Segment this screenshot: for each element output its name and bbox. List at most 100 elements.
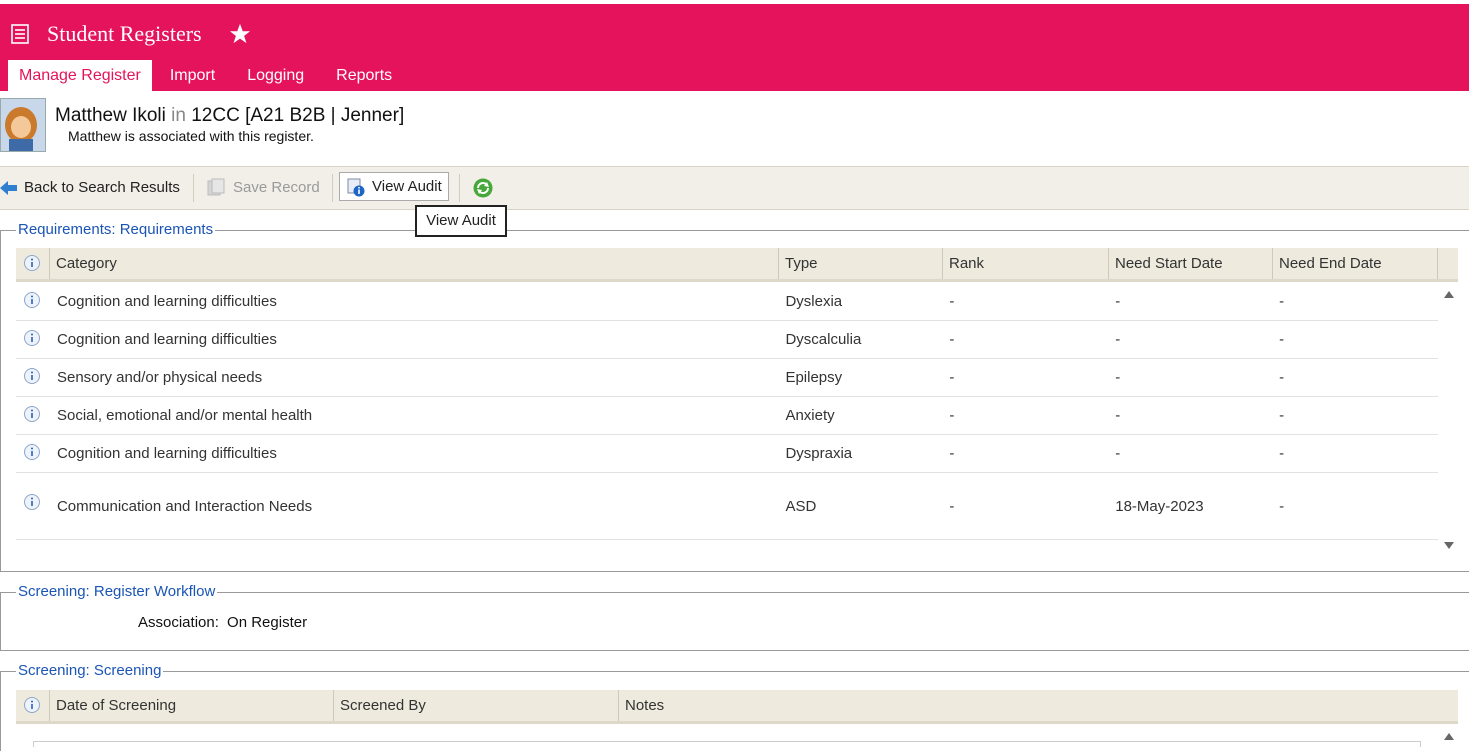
column-header-category[interactable]: Category [50,248,779,279]
tab-reports[interactable]: Reports [322,60,406,91]
tab-manage-register[interactable]: Manage Register [8,60,152,91]
association-label: Association: [138,614,219,631]
requirements-grid-header: Category Type Rank Need Start Date Need … [16,248,1458,282]
requirements-legend: Requirements: Requirements [16,221,216,238]
toolbar-divider [193,174,194,202]
view-audit-button[interactable]: View Audit [339,172,449,201]
screening-legend: Screening: Screening [16,662,164,679]
save-record-button[interactable]: Save Record [206,173,320,203]
avatar [0,98,46,152]
student-group: 12CC [A21 B2B | Jenner] [191,105,405,126]
scroll-up-icon[interactable] [1443,289,1455,301]
association-status: Matthew is associated with this register… [68,128,314,144]
row-info-cell [16,359,51,396]
student-photo-icon [1,99,45,151]
in-word: in [171,105,186,126]
cell-category: Cognition and learning difficulties [56,293,277,310]
cell-type: ASD [785,497,817,515]
back-label: Back to Search Results [24,179,180,196]
student-heading: Matthew Ikoli in 12CC [A21 B2B | Jenner] [55,105,404,127]
cell-need-start-date: - [1115,369,1121,386]
cell-rank: - [949,331,955,348]
info-column-header [16,248,50,279]
cell-rank: - [949,497,955,515]
cell-rank: - [949,445,955,462]
column-header-need-end-date[interactable]: Need End Date [1273,248,1438,279]
tab-import[interactable]: Import [156,60,229,91]
info-icon[interactable] [22,367,42,387]
info-icon[interactable] [22,291,42,311]
cell-type: Epilepsy [785,369,843,386]
info-icon[interactable] [22,405,42,425]
scroll-down-icon[interactable] [1443,539,1455,551]
table-row[interactable]: Cognition and learning difficulties Dysle… [16,283,1438,321]
table-row[interactable]: Sensory and/or physical needs Epilepsy - - - [16,359,1438,397]
view-audit-tooltip: View Audit [415,205,507,237]
toolbar: Back to Search Results Save Record View … [0,166,1469,210]
table-row[interactable]: Social, emotional and/or mental health An… [16,397,1438,435]
cell-need-start-date: - [1115,293,1121,310]
main-tabs: Manage Register Import Logging Reports [8,60,410,91]
refresh-button[interactable] [472,173,494,203]
cell-category: Social, emotional and/or mental health [56,407,313,424]
cell-need-start-date: - [1115,331,1121,348]
row-info-cell [16,435,51,472]
back-arrow-icon [0,181,17,195]
table-row[interactable]: Cognition and learning difficulties Dyspr… [16,435,1438,473]
cell-type: Dyslexia [785,293,843,310]
info-icon [24,697,40,713]
cell-need-end-date: - [1279,407,1285,424]
column-header-rank[interactable]: Rank [943,248,1109,279]
association-field: Association: On Register [138,614,307,631]
column-header-notes[interactable]: Notes [619,690,1458,721]
cell-type: Anxiety [785,407,835,424]
audit-icon [347,178,365,196]
cell-rank: - [949,369,955,386]
cell-category: Communication and Interaction Needs [56,497,313,515]
column-header-type[interactable]: Type [779,248,943,279]
info-column-header [16,690,50,721]
tab-logging[interactable]: Logging [233,60,318,91]
row-info-cell [16,283,51,320]
back-button[interactable]: Back to Search Results [0,173,180,203]
screening-grid-body [33,741,1421,747]
cell-category: Cognition and learning difficulties [56,331,277,348]
info-icon[interactable] [22,443,42,463]
table-row[interactable]: Cognition and learning difficulties Dysca… [16,321,1438,359]
workflow-legend: Screening: Register Workflow [16,583,218,600]
cell-rank: - [949,407,955,424]
cell-category: Cognition and learning difficulties [56,445,277,462]
cell-type: Dyspraxia [785,445,853,462]
cell-need-start-date: - [1115,445,1121,462]
refresh-icon [473,178,493,198]
cell-need-end-date: - [1279,497,1285,515]
cell-type: Dyscalculia [785,331,862,348]
column-header-screened-by[interactable]: Screened By [334,690,619,721]
student-name: Matthew Ikoli [55,105,166,126]
row-info-cell [16,321,51,358]
column-header-date-of-screening[interactable]: Date of Screening [50,690,334,721]
audit-label: View Audit [372,177,442,195]
info-icon[interactable] [22,493,42,513]
save-icon [207,178,225,196]
cell-need-end-date: - [1279,293,1285,310]
save-label: Save Record [233,179,320,196]
cell-need-end-date: - [1279,331,1285,348]
scroll-up-icon[interactable] [1443,731,1455,743]
cell-rank: - [949,293,955,310]
toolbar-divider [332,174,333,202]
app-title: Student Registers [47,21,202,46]
column-header-need-start-date[interactable]: Need Start Date [1109,248,1273,279]
association-value: On Register [227,614,308,631]
app-header: Student Registers Manage Register Import… [0,4,1469,91]
info-icon[interactable] [22,329,42,349]
cell-category: Sensory and/or physical needs [56,369,263,386]
favourite-star-icon[interactable] [229,23,251,45]
cell-need-end-date: - [1279,445,1285,462]
table-row[interactable]: Communication and Interaction Needs ASD - 1… [16,473,1438,540]
row-info-cell [16,473,51,539]
toolbar-divider [459,174,460,202]
register-icon [11,24,29,44]
cell-need-start-date: - [1115,407,1121,424]
row-info-cell [16,397,51,434]
